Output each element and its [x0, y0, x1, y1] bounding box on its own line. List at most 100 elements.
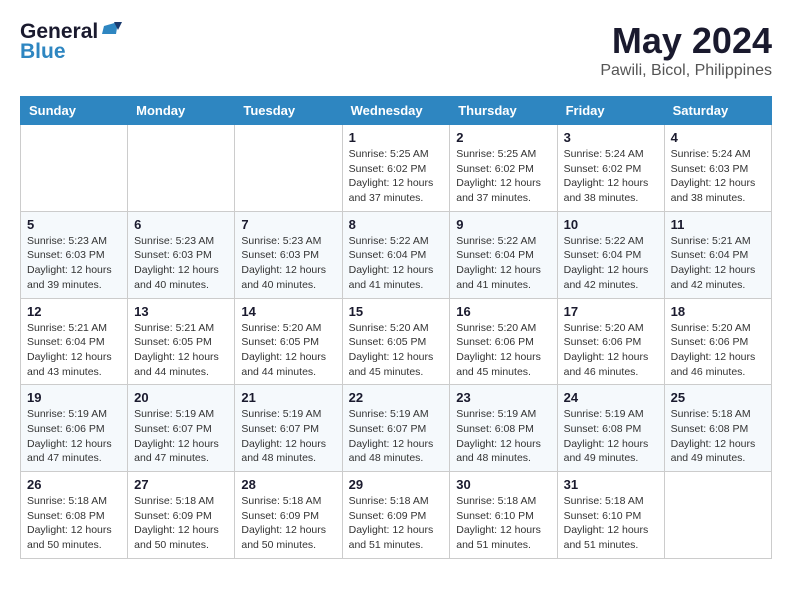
day-number: 28 — [241, 477, 335, 492]
calendar-cell: 23 Sunrise: 5:19 AM Sunset: 6:08 PM Dayli… — [450, 385, 557, 472]
day-info: Sunrise: 5:18 AM Sunset: 6:09 PM Dayligh… — [241, 494, 335, 553]
calendar-cell: 16 Sunrise: 5:20 AM Sunset: 6:06 PM Dayli… — [450, 298, 557, 385]
calendar-cell: 13Sunrise: 5:21 AM Sunset: 6:05 PM Dayli… — [128, 298, 235, 385]
logo-combined: General Blue — [20, 20, 122, 64]
location: Pawili, Bicol, Philippines — [600, 62, 772, 80]
calendar-cell — [235, 125, 342, 212]
day-number: 4 — [671, 130, 765, 145]
logo-bird-icon — [100, 20, 122, 42]
day-info: Sunrise: 5:23 AM Sunset: 6:03 PM Dayligh… — [241, 234, 335, 293]
day-number: 23 — [456, 390, 550, 405]
day-info: Sunrise: 5:22 AM Sunset: 6:04 PM Dayligh… — [456, 234, 550, 293]
col-header-tuesday: Tuesday — [235, 97, 342, 125]
calendar-cell — [128, 125, 235, 212]
col-header-monday: Monday — [128, 97, 235, 125]
day-info: Sunrise: 5:22 AM Sunset: 6:04 PM Dayligh… — [349, 234, 444, 293]
day-number: 10 — [564, 217, 658, 232]
day-number: 24 — [564, 390, 658, 405]
day-info: Sunrise: 5:18 AM Sunset: 6:10 PM Dayligh… — [564, 494, 658, 553]
day-number: 5 — [27, 217, 121, 232]
day-info: Sunrise: 5:24 AM Sunset: 6:02 PM Dayligh… — [564, 147, 658, 206]
calendar-cell — [664, 472, 771, 559]
day-info: Sunrise: 5:25 AM Sunset: 6:02 PM Dayligh… — [349, 147, 444, 206]
calendar-cell: 19Sunrise: 5:19 AM Sunset: 6:06 PM Dayli… — [21, 385, 128, 472]
day-info: Sunrise: 5:20 AM Sunset: 6:06 PM Dayligh… — [564, 321, 658, 380]
calendar-cell: 2 Sunrise: 5:25 AM Sunset: 6:02 PM Daylig… — [450, 125, 557, 212]
calendar-cell: 10 Sunrise: 5:22 AM Sunset: 6:04 PM Dayli… — [557, 211, 664, 298]
calendar-cell: 4 Sunrise: 5:24 AM Sunset: 6:03 PM Daylig… — [664, 125, 771, 212]
day-info: Sunrise: 5:20 AM Sunset: 6:06 PM Dayligh… — [456, 321, 550, 380]
calendar-cell: 7 Sunrise: 5:23 AM Sunset: 6:03 PM Daylig… — [235, 211, 342, 298]
day-info: Sunrise: 5:21 AM Sunset: 6:04 PM Dayligh… — [671, 234, 765, 293]
day-info: Sunrise: 5:18 AM Sunset: 6:10 PM Dayligh… — [456, 494, 550, 553]
day-number: 13 — [134, 304, 228, 319]
calendar-cell: 5 Sunrise: 5:23 AM Sunset: 6:03 PM Daylig… — [21, 211, 128, 298]
calendar-cell: 24 Sunrise: 5:19 AM Sunset: 6:08 PM Dayli… — [557, 385, 664, 472]
col-header-thursday: Thursday — [450, 97, 557, 125]
calendar-cell: 31 Sunrise: 5:18 AM Sunset: 6:10 PM Dayli… — [557, 472, 664, 559]
day-info: Sunrise: 5:18 AM Sunset: 6:08 PM Dayligh… — [27, 494, 121, 553]
calendar-cell: 14 Sunrise: 5:20 AM Sunset: 6:05 PM Dayli… — [235, 298, 342, 385]
calendar-cell: 9Sunrise: 5:22 AM Sunset: 6:04 PM Daylig… — [450, 211, 557, 298]
day-info: Sunrise: 5:19 AM Sunset: 6:08 PM Dayligh… — [456, 407, 550, 466]
day-info: Sunrise: 5:20 AM Sunset: 6:05 PM Dayligh… — [349, 321, 444, 380]
calendar-cell: 15 Sunrise: 5:20 AM Sunset: 6:05 PM Dayli… — [342, 298, 450, 385]
day-number: 26 — [27, 477, 121, 492]
day-number: 16 — [456, 304, 550, 319]
day-info: Sunrise: 5:18 AM Sunset: 6:08 PM Dayligh… — [671, 407, 765, 466]
day-number: 1 — [349, 130, 444, 145]
day-number: 21 — [241, 390, 335, 405]
day-info: Sunrise: 5:18 AM Sunset: 6:09 PM Dayligh… — [349, 494, 444, 553]
calendar-cell: 20 Sunrise: 5:19 AM Sunset: 6:07 PM Dayli… — [128, 385, 235, 472]
month-title: May 2024 — [600, 20, 772, 62]
day-info: Sunrise: 5:23 AM Sunset: 6:03 PM Dayligh… — [27, 234, 121, 293]
day-info: Sunrise: 5:23 AM Sunset: 6:03 PM Dayligh… — [134, 234, 228, 293]
calendar-week-row: 19Sunrise: 5:19 AM Sunset: 6:06 PM Dayli… — [21, 385, 772, 472]
day-number: 25 — [671, 390, 765, 405]
calendar-week-row: 1 Sunrise: 5:25 AM Sunset: 6:02 PM Daylig… — [21, 125, 772, 212]
col-header-sunday: Sunday — [21, 97, 128, 125]
day-info: Sunrise: 5:24 AM Sunset: 6:03 PM Dayligh… — [671, 147, 765, 206]
day-number: 7 — [241, 217, 335, 232]
day-info: Sunrise: 5:25 AM Sunset: 6:02 PM Dayligh… — [456, 147, 550, 206]
day-info: Sunrise: 5:22 AM Sunset: 6:04 PM Dayligh… — [564, 234, 658, 293]
col-header-saturday: Saturday — [664, 97, 771, 125]
day-info: Sunrise: 5:18 AM Sunset: 6:09 PM Dayligh… — [134, 494, 228, 553]
calendar-week-row: 5 Sunrise: 5:23 AM Sunset: 6:03 PM Daylig… — [21, 211, 772, 298]
calendar-cell: 18Sunrise: 5:20 AM Sunset: 6:06 PM Dayli… — [664, 298, 771, 385]
calendar-week-row: 26 Sunrise: 5:18 AM Sunset: 6:08 PM Dayli… — [21, 472, 772, 559]
calendar-cell: 11 Sunrise: 5:21 AM Sunset: 6:04 PM Dayli… — [664, 211, 771, 298]
title-block: May 2024 Pawili, Bicol, Philippines — [600, 20, 772, 80]
day-number: 3 — [564, 130, 658, 145]
day-number: 29 — [349, 477, 444, 492]
calendar-week-row: 12 Sunrise: 5:21 AM Sunset: 6:04 PM Dayli… — [21, 298, 772, 385]
calendar-cell — [21, 125, 128, 212]
day-number: 14 — [241, 304, 335, 319]
logo-blue-text: Blue — [20, 40, 66, 64]
calendar-cell: 29 Sunrise: 5:18 AM Sunset: 6:09 PM Dayli… — [342, 472, 450, 559]
day-info: Sunrise: 5:20 AM Sunset: 6:05 PM Dayligh… — [241, 321, 335, 380]
day-number: 20 — [134, 390, 228, 405]
calendar-cell: 1 Sunrise: 5:25 AM Sunset: 6:02 PM Daylig… — [342, 125, 450, 212]
calendar-cell: 28 Sunrise: 5:18 AM Sunset: 6:09 PM Dayli… — [235, 472, 342, 559]
calendar-cell: 30 Sunrise: 5:18 AM Sunset: 6:10 PM Dayli… — [450, 472, 557, 559]
day-number: 2 — [456, 130, 550, 145]
day-number: 12 — [27, 304, 121, 319]
calendar-header-row: SundayMondayTuesdayWednesdayThursdayFrid… — [21, 97, 772, 125]
day-info: Sunrise: 5:19 AM Sunset: 6:06 PM Dayligh… — [27, 407, 121, 466]
calendar-cell: 17 Sunrise: 5:20 AM Sunset: 6:06 PM Dayli… — [557, 298, 664, 385]
day-number: 6 — [134, 217, 228, 232]
day-number: 30 — [456, 477, 550, 492]
day-number: 15 — [349, 304, 444, 319]
day-number: 31 — [564, 477, 658, 492]
day-info: Sunrise: 5:20 AM Sunset: 6:06 PM Dayligh… — [671, 321, 765, 380]
col-header-wednesday: Wednesday — [342, 97, 450, 125]
day-info: Sunrise: 5:21 AM Sunset: 6:04 PM Dayligh… — [27, 321, 121, 380]
day-info: Sunrise: 5:19 AM Sunset: 6:08 PM Dayligh… — [564, 407, 658, 466]
day-number: 11 — [671, 217, 765, 232]
calendar-table: SundayMondayTuesdayWednesdayThursdayFrid… — [20, 96, 772, 559]
calendar-cell: 27 Sunrise: 5:18 AM Sunset: 6:09 PM Dayli… — [128, 472, 235, 559]
day-number: 17 — [564, 304, 658, 319]
day-info: Sunrise: 5:19 AM Sunset: 6:07 PM Dayligh… — [134, 407, 228, 466]
day-number: 27 — [134, 477, 228, 492]
